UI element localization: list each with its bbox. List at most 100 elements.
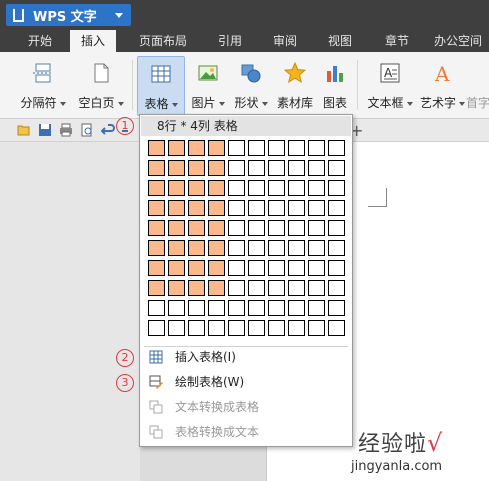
grid-cell[interactable] <box>148 220 165 236</box>
grid-cell[interactable] <box>268 260 285 276</box>
grid-cell[interactable] <box>188 320 205 336</box>
grid-cell[interactable] <box>248 280 265 296</box>
print-icon[interactable] <box>59 123 73 137</box>
grid-cell[interactable] <box>168 260 185 276</box>
grid-cell[interactable] <box>308 320 325 336</box>
grid-cell[interactable] <box>228 240 245 256</box>
grid-cell[interactable] <box>168 160 185 176</box>
grid-cell[interactable] <box>268 220 285 236</box>
grid-cell[interactable] <box>208 260 225 276</box>
grid-cell[interactable] <box>168 220 185 236</box>
grid-cell[interactable] <box>268 180 285 196</box>
tab-view[interactable]: 视图 <box>320 30 360 52</box>
grid-cell[interactable] <box>248 220 265 236</box>
blank-page-button[interactable]: 空白页 <box>74 56 128 114</box>
grid-cell[interactable] <box>168 320 185 336</box>
grid-cell[interactable] <box>188 240 205 256</box>
grid-cell[interactable] <box>308 200 325 216</box>
save-icon[interactable] <box>38 123 52 137</box>
shape-button[interactable]: 形状 <box>230 56 272 114</box>
grid-cell[interactable] <box>308 280 325 296</box>
undo-icon[interactable] <box>101 123 115 137</box>
grid-cell[interactable] <box>268 160 285 176</box>
grid-cell[interactable] <box>228 260 245 276</box>
grid-cell[interactable] <box>208 240 225 256</box>
grid-cell[interactable] <box>228 140 245 156</box>
print-preview-icon[interactable] <box>80 123 94 137</box>
grid-cell[interactable] <box>248 240 265 256</box>
grid-cell[interactable] <box>268 320 285 336</box>
grid-cell[interactable] <box>308 140 325 156</box>
grid-cell[interactable] <box>288 260 305 276</box>
tab-insert[interactable]: 插入 <box>70 30 116 53</box>
draw-table-item[interactable]: 绘制表格(W) <box>140 371 352 393</box>
grid-cell[interactable] <box>268 140 285 156</box>
grid-cell[interactable] <box>188 200 205 216</box>
grid-cell[interactable] <box>188 260 205 276</box>
grid-cell[interactable] <box>328 180 345 196</box>
tab-home[interactable]: 开始 <box>20 30 60 52</box>
grid-cell[interactable] <box>188 300 205 316</box>
material-library-button[interactable]: 素材库 <box>274 56 316 114</box>
grid-cell[interactable] <box>328 140 345 156</box>
grid-cell[interactable] <box>328 320 345 336</box>
grid-cell[interactable] <box>308 300 325 316</box>
grid-cell[interactable] <box>148 140 165 156</box>
grid-cell[interactable] <box>228 280 245 296</box>
grid-cell[interactable] <box>288 240 305 256</box>
grid-cell[interactable] <box>328 220 345 236</box>
chart-button[interactable]: 图表 <box>318 56 352 114</box>
grid-cell[interactable] <box>288 160 305 176</box>
grid-cell[interactable] <box>248 160 265 176</box>
open-folder-icon[interactable] <box>17 123 31 137</box>
grid-cell[interactable] <box>328 200 345 216</box>
grid-cell[interactable] <box>188 180 205 196</box>
grid-cell[interactable] <box>288 220 305 236</box>
grid-cell[interactable] <box>328 300 345 316</box>
grid-cell[interactable] <box>148 160 165 176</box>
grid-cell[interactable] <box>148 240 165 256</box>
grid-cell[interactable] <box>148 260 165 276</box>
grid-cell[interactable] <box>208 200 225 216</box>
grid-cell[interactable] <box>208 140 225 156</box>
grid-cell[interactable] <box>208 320 225 336</box>
grid-cell[interactable] <box>268 300 285 316</box>
grid-cell[interactable] <box>148 320 165 336</box>
grid-cell[interactable] <box>228 200 245 216</box>
tab-page-layout[interactable]: 页面布局 <box>132 30 194 52</box>
grid-cell[interactable] <box>228 180 245 196</box>
grid-cell[interactable] <box>328 280 345 296</box>
grid-cell[interactable] <box>208 220 225 236</box>
picture-button[interactable]: 图片 <box>186 56 230 114</box>
table-button[interactable]: 表格 <box>137 56 185 116</box>
grid-cell[interactable] <box>168 240 185 256</box>
grid-cell[interactable] <box>188 140 205 156</box>
grid-cell[interactable] <box>288 280 305 296</box>
grid-cell[interactable] <box>308 220 325 236</box>
grid-cell[interactable] <box>148 280 165 296</box>
wordart-button[interactable]: A 艺术字 <box>420 56 466 114</box>
grid-cell[interactable] <box>228 220 245 236</box>
text-to-table-item[interactable]: 文本转换成表格 <box>140 396 352 418</box>
grid-cell[interactable] <box>328 240 345 256</box>
grid-cell[interactable] <box>288 300 305 316</box>
grid-cell[interactable] <box>168 280 185 296</box>
grid-cell[interactable] <box>308 160 325 176</box>
grid-cell[interactable] <box>148 180 165 196</box>
grid-cell[interactable] <box>208 300 225 316</box>
grid-cell[interactable] <box>288 180 305 196</box>
tab-references[interactable]: 引用 <box>210 30 250 52</box>
page-break-button[interactable]: 分隔符 <box>14 56 72 114</box>
textbox-button[interactable]: A 文本框 <box>362 56 418 114</box>
grid-cell[interactable] <box>288 200 305 216</box>
grid-cell[interactable] <box>208 280 225 296</box>
grid-cell[interactable] <box>248 200 265 216</box>
grid-cell[interactable] <box>248 180 265 196</box>
grid-cell[interactable] <box>248 320 265 336</box>
grid-cell[interactable] <box>268 280 285 296</box>
grid-cell[interactable] <box>328 260 345 276</box>
grid-cell[interactable] <box>168 140 185 156</box>
app-menu-button[interactable]: WPS 文字 <box>6 4 131 26</box>
grid-cell[interactable] <box>188 220 205 236</box>
grid-cell[interactable] <box>308 260 325 276</box>
